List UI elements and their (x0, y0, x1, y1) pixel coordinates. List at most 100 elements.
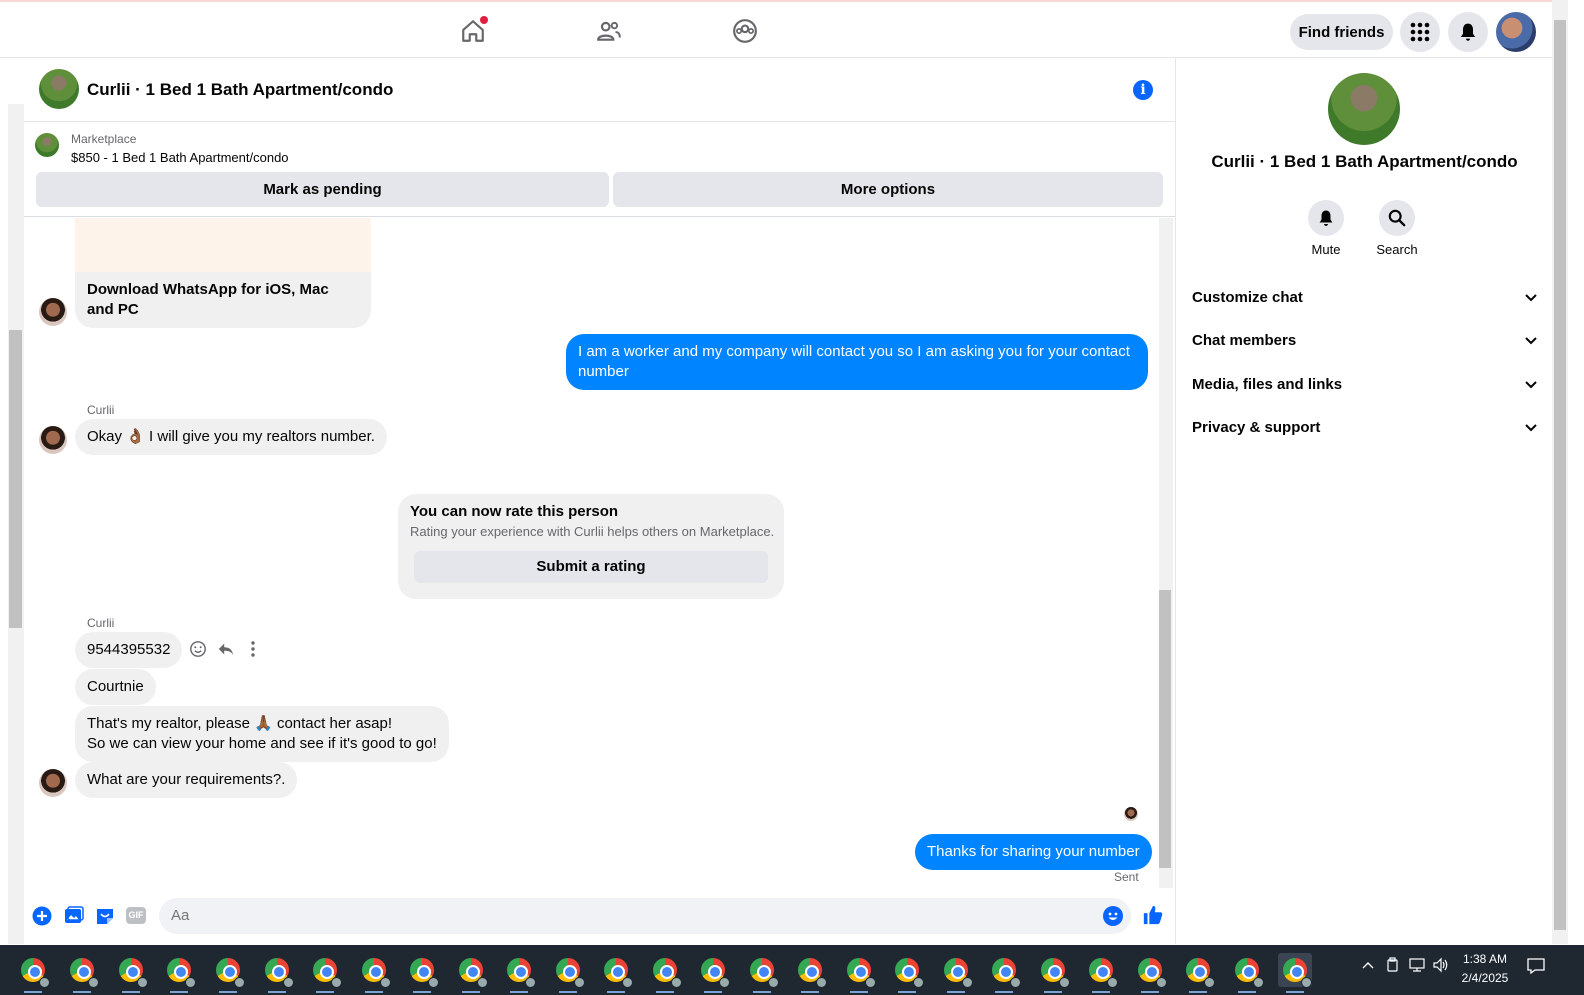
plus-icon[interactable] (32, 906, 52, 931)
search-button[interactable]: Search (1367, 200, 1427, 257)
rating-subtitle: Rating your experience with Curlii helps… (410, 524, 775, 539)
details-title: Curlii · 1 Bed 1 Bath Apartment/condo (1211, 152, 1518, 171)
emoji-icon[interactable] (1103, 906, 1123, 931)
rating-title: You can now rate this person (410, 503, 619, 520)
chrome-taskbar-icon[interactable] (890, 953, 924, 993)
chrome-taskbar-icon[interactable] (114, 953, 148, 993)
message-bubble-outgoing[interactable]: I am a worker and my company will contac… (566, 334, 1148, 390)
submit-rating-button[interactable]: Submit a rating (414, 551, 768, 583)
message-bubble[interactable]: What are your requirements?. (75, 762, 298, 798)
message-composer: GIF (24, 890, 1175, 944)
chrome-taskbar-icon[interactable] (793, 953, 827, 993)
tray-device-icon[interactable] (1385, 957, 1401, 978)
groups-icon[interactable] (728, 14, 762, 48)
react-icon[interactable] (189, 640, 207, 663)
message-input[interactable] (159, 898, 1131, 934)
chrome-taskbar-icon[interactable] (211, 953, 245, 993)
chrome-taskbar-icon[interactable] (648, 953, 682, 993)
chat-title[interactable]: Curlii · 1 Bed 1 Bath Apartment/condo (87, 80, 393, 100)
chrome-taskbar-icon[interactable] (1278, 953, 1312, 993)
friends-icon[interactable] (592, 14, 626, 48)
tray-chevron-up-icon[interactable] (1361, 959, 1375, 978)
chrome-taskbar-icon[interactable] (162, 953, 196, 993)
read-receipt-avatar (1124, 807, 1138, 821)
chrome-taskbar-icon[interactable] (939, 953, 973, 993)
chat-members-row[interactable]: Chat members (1192, 320, 1538, 360)
chrome-taskbar-icon[interactable] (65, 953, 99, 993)
contact-avatar[interactable] (39, 769, 67, 797)
sender-name: Curlii (87, 403, 115, 417)
chevron-down-icon (1525, 424, 1537, 432)
chrome-taskbar-icon[interactable] (454, 953, 488, 993)
chrome-taskbar-icon[interactable] (357, 953, 391, 993)
message-bubble[interactable]: Okay 👌🏾 I will give you my realtors numb… (75, 419, 387, 455)
row-label: Media, files and links (1192, 375, 1343, 393)
listing-thumbnail[interactable] (35, 133, 59, 157)
notification-center-icon[interactable] (1526, 957, 1546, 980)
gif-icon[interactable]: GIF (126, 907, 146, 924)
info-icon[interactable]: i (1133, 80, 1153, 100)
message-bubble[interactable]: That's my realtor, please 🙏🏾 contact her… (75, 706, 449, 762)
bell-icon (1460, 23, 1476, 41)
notification-dot (480, 16, 488, 24)
chrome-taskbar-icon[interactable] (987, 953, 1021, 993)
volume-icon[interactable] (1432, 957, 1450, 978)
sticker-icon[interactable] (95, 906, 115, 931)
reply-icon[interactable] (217, 640, 235, 663)
message-bubble[interactable]: Courtnie (75, 669, 156, 705)
listing-avatar[interactable] (39, 69, 79, 109)
left-scrollbar-thumb[interactable] (9, 330, 22, 628)
chrome-taskbar-icon[interactable] (16, 953, 50, 993)
message-status: Sent (1114, 870, 1139, 884)
privacy-support-row[interactable]: Privacy & support (1192, 407, 1538, 447)
details-avatar[interactable] (1328, 73, 1400, 145)
chrome-taskbar-icon[interactable] (1230, 953, 1264, 993)
photo-icon[interactable] (64, 906, 84, 931)
more-actions-icon[interactable] (246, 640, 260, 663)
mark-as-pending-button[interactable]: Mark as pending (36, 172, 609, 207)
customize-chat-row[interactable]: Customize chat (1192, 277, 1538, 317)
chrome-taskbar-icon[interactable] (745, 953, 779, 993)
rating-prompt-card: You can now rate this person Rating your… (398, 494, 784, 599)
chrome-taskbar-icon[interactable] (696, 953, 730, 993)
chevron-down-icon (1525, 337, 1537, 345)
top-navigation-bar: Find friends (0, 0, 1568, 58)
chrome-taskbar-icon[interactable] (1133, 953, 1167, 993)
chrome-taskbar-icon[interactable] (1036, 953, 1070, 993)
message-bubble[interactable]: Download WhatsApp for iOS, Mac and PC (75, 272, 371, 328)
chrome-taskbar-icon[interactable] (308, 953, 342, 993)
mute-button[interactable]: Mute (1296, 200, 1356, 257)
chrome-taskbar-icon[interactable] (842, 953, 876, 993)
notifications-button[interactable] (1448, 12, 1488, 52)
account-avatar[interactable] (1496, 12, 1536, 52)
message-line: So we can view your home and see if it's… (87, 735, 437, 752)
windows-taskbar: 1:38 AM 2/4/2025 (0, 945, 1584, 995)
system-clock[interactable]: 1:38 AM 2/4/2025 (1456, 950, 1514, 988)
menu-grid-button[interactable] (1400, 12, 1440, 52)
page-scrollbar-thumb[interactable] (1554, 20, 1566, 930)
chrome-taskbar-icon[interactable] (405, 953, 439, 993)
row-label: Privacy & support (1192, 418, 1321, 436)
search-icon (1379, 200, 1415, 236)
chrome-taskbar-icon[interactable] (502, 953, 536, 993)
listing-price-title[interactable]: $850 - 1 Bed 1 Bath Apartment/condo (71, 150, 289, 165)
find-friends-button[interactable]: Find friends (1290, 14, 1393, 50)
chrome-taskbar-icon[interactable] (551, 953, 585, 993)
chrome-taskbar-icon[interactable] (599, 953, 633, 993)
media-files-links-row[interactable]: Media, files and links (1192, 364, 1538, 404)
chrome-taskbar-icon[interactable] (1181, 953, 1215, 993)
network-icon[interactable] (1408, 957, 1426, 978)
chrome-taskbar-icon[interactable] (260, 953, 294, 993)
thumbs-up-icon[interactable] (1142, 904, 1164, 931)
messages-scrollbar-thumb[interactable] (1159, 590, 1171, 868)
home-icon[interactable] (456, 14, 490, 48)
more-options-button[interactable]: More options (613, 172, 1163, 207)
chevron-down-icon (1525, 294, 1537, 302)
contact-avatar[interactable] (39, 426, 67, 454)
message-bubble[interactable]: 9544395532 (75, 632, 183, 668)
chrome-taskbar-icon[interactable] (1084, 953, 1118, 993)
bell-icon (1308, 200, 1344, 236)
message-bubble-outgoing[interactable]: Thanks for sharing your number (915, 834, 1152, 870)
contact-avatar[interactable] (39, 298, 67, 326)
whatsapp-preview-image[interactable] (75, 218, 371, 272)
